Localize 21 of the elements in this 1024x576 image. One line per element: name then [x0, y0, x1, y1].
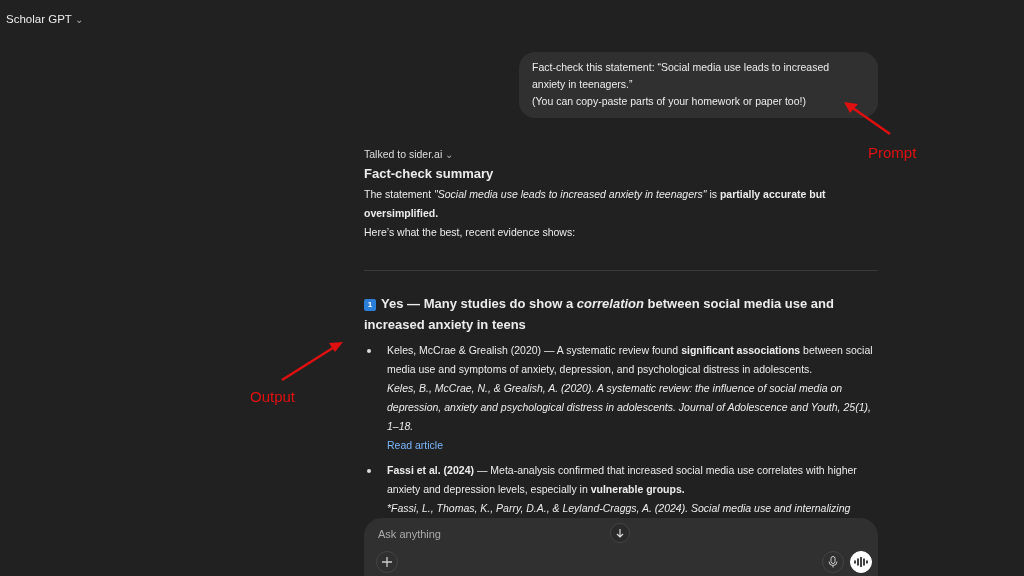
intro-text: Here’s what the best, recent evidence shows:: [364, 225, 577, 240]
bullet-dot: [367, 349, 371, 353]
citation-text: *Fassi, L., Thomas, K., Parry, D.A., & Leyland-Craggs, A. (2024). Social media use and internalizing: [387, 501, 852, 516]
user-message: Fact-check this statement: “Social media use leads to increased anxiety in teenagers.” (You can copy-paste parts of your homework or paper too!): [519, 52, 878, 118]
citation-text: Keles, B., McCrae, N., & Grealish, A. (2020). A systematic review: the influence of social media on depression, anxiety and psychological distress in adolescents. Journal of Adolescence and Youth, 25(1), 1–18.: [387, 381, 872, 434]
message-input[interactable]: Ask anything: [376, 528, 872, 540]
annotation-arrow: [842, 100, 892, 136]
tool-note[interactable]: Talked to sider.ai ⌄: [364, 148, 454, 160]
model-selector[interactable]: Scholar GPT ⌄: [6, 13, 83, 25]
read-article-link[interactable]: Read article: [387, 436, 444, 455]
bullet-dot: [367, 469, 371, 473]
summary-text: The statement "Social media use leads to increased anxiety in teenagers" is partially accurate but oversimplified.: [364, 187, 827, 221]
bullet-text: Keles, McCrae & Grealish (2020) — A systematic review found significant associations between social media use and symptoms of anxiety, depression, and psychological distress in adolescents.: [387, 343, 874, 377]
summary-heading: Fact-check summary: [364, 166, 495, 181]
section-heading: 1 Yes — Many studies do show a correlation between social media use and increased anxiety in teens: [364, 295, 835, 334]
annotation-arrow: [280, 340, 344, 382]
voice-mode-icon[interactable]: [850, 551, 872, 573]
annotation-label: Output: [250, 388, 296, 405]
annotation-label: Prompt: [868, 144, 917, 161]
bullet-text: Fassi et al. (2024) — Meta-analysis confirmed that increased social media use correlates with higher anxiety and depression levels, especially in vulnerable groups.: [387, 463, 858, 497]
arrow-down-icon: [615, 528, 625, 538]
